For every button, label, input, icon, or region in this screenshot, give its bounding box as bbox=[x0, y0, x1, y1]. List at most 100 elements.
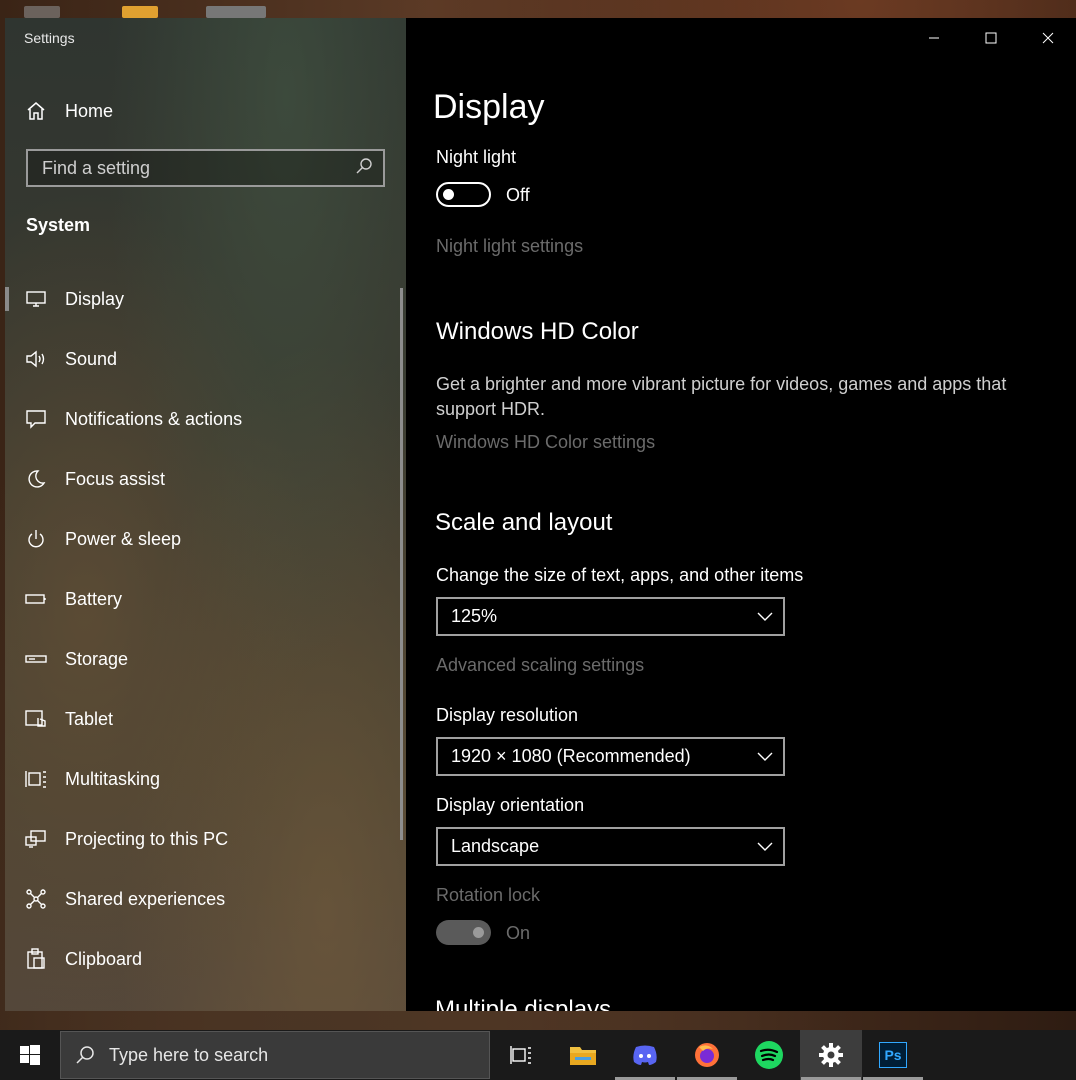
hd-color-description: Get a brighter and more vibrant picture … bbox=[436, 374, 1007, 419]
home-nav[interactable]: Home bbox=[25, 98, 113, 124]
toggle-knob bbox=[443, 189, 454, 200]
clipboard-icon bbox=[25, 948, 47, 970]
sidebar: Settings Home System Display bbox=[5, 18, 406, 1011]
home-label: Home bbox=[65, 100, 114, 121]
sidebar-item-multitasking[interactable]: Multitasking bbox=[5, 749, 400, 809]
night-light-label: Night light bbox=[436, 147, 517, 167]
windows-logo-icon bbox=[20, 1045, 40, 1065]
minimize-button[interactable] bbox=[905, 18, 962, 58]
sidebar-item-shared-experiences[interactable]: Shared experiences bbox=[5, 869, 400, 929]
chevron-down-icon bbox=[757, 842, 773, 851]
discord-icon bbox=[633, 1045, 657, 1065]
main-content: Display Night light Off Night light sett… bbox=[406, 18, 1076, 1011]
scale-value: 125% bbox=[451, 606, 498, 626]
sidebar-item-clipboard[interactable]: Clipboard bbox=[5, 929, 400, 989]
rotation-lock-toggle[interactable] bbox=[436, 920, 491, 945]
file-explorer-icon bbox=[570, 1047, 596, 1065]
window-controls bbox=[905, 18, 1076, 58]
taskbar: Type here to search Ps bbox=[0, 1030, 1076, 1080]
sidebar-item-notifications[interactable]: Notifications & actions bbox=[5, 389, 400, 449]
taskbar-search[interactable]: Type here to search bbox=[60, 1031, 490, 1079]
sidebar-item-label: Clipboard bbox=[65, 948, 143, 969]
file-explorer-button[interactable] bbox=[552, 1030, 614, 1080]
sidebar-item-display[interactable]: Display bbox=[5, 269, 400, 329]
spotify-button[interactable] bbox=[738, 1030, 800, 1080]
sidebar-item-label: Battery bbox=[65, 588, 123, 609]
app-title: Settings bbox=[24, 30, 75, 46]
resolution-value: 1920 × 1080 (Recommended) bbox=[451, 746, 691, 766]
sidebar-nav: Display Sound Notifications & actions Fo… bbox=[5, 269, 400, 989]
search-icon[interactable] bbox=[355, 157, 373, 180]
discord-button[interactable] bbox=[614, 1030, 676, 1080]
home-icon bbox=[25, 100, 47, 122]
orientation-label: Display orientation bbox=[436, 795, 585, 815]
settings-window: Settings Home System Display bbox=[5, 18, 1076, 1011]
sidebar-item-focus-assist[interactable]: Focus assist bbox=[5, 449, 400, 509]
shared-icon bbox=[25, 888, 47, 910]
settings-taskbar-button[interactable] bbox=[800, 1030, 862, 1080]
hd-color-heading: Windows HD Color bbox=[436, 318, 639, 345]
orientation-dropdown[interactable]: Landscape bbox=[436, 827, 785, 866]
sidebar-item-power-sleep[interactable]: Power & sleep bbox=[5, 509, 400, 569]
search-input[interactable] bbox=[42, 157, 342, 179]
sidebar-item-label: Projecting to this PC bbox=[65, 828, 229, 849]
task-view-button[interactable] bbox=[490, 1030, 552, 1080]
multiple-displays-heading: Multiple displays bbox=[435, 996, 612, 1011]
sidebar-item-projecting[interactable]: Projecting to this PC bbox=[5, 809, 400, 869]
rotation-lock-state: On bbox=[506, 923, 531, 943]
speaker-icon bbox=[25, 348, 47, 370]
sidebar-item-sound[interactable]: Sound bbox=[5, 329, 400, 389]
spotify-icon bbox=[755, 1041, 783, 1069]
firefox-icon bbox=[695, 1043, 719, 1067]
monitor-icon bbox=[25, 288, 47, 310]
page-title: Display bbox=[433, 88, 545, 126]
desktop-icon[interactable] bbox=[24, 6, 60, 18]
hd-color-settings-link[interactable]: Windows HD Color settings bbox=[436, 432, 655, 453]
sidebar-item-label: Storage bbox=[65, 648, 129, 669]
sidebar-item-battery[interactable]: Battery bbox=[5, 569, 400, 629]
sidebar-item-storage[interactable]: Storage bbox=[5, 629, 400, 689]
sidebar-item-label: Multitasking bbox=[65, 768, 161, 789]
night-light-toggle[interactable] bbox=[436, 182, 491, 207]
notification-icon bbox=[25, 408, 47, 430]
sidebar-item-label: Power & sleep bbox=[65, 528, 182, 549]
night-light-state: Off bbox=[506, 185, 530, 205]
desktop-image-icon[interactable] bbox=[206, 6, 266, 18]
photoshop-button[interactable]: Ps bbox=[862, 1030, 924, 1080]
chevron-down-icon bbox=[757, 612, 773, 621]
task-view-icon bbox=[510, 1046, 531, 1064]
multitasking-icon bbox=[25, 768, 47, 790]
scale-layout-heading: Scale and layout bbox=[435, 509, 613, 536]
tablet-icon bbox=[25, 708, 47, 730]
photoshop-icon: Ps bbox=[879, 1042, 907, 1068]
storage-icon bbox=[25, 648, 47, 670]
sidebar-item-label: Display bbox=[65, 288, 125, 309]
photoshop-label: Ps bbox=[884, 1047, 902, 1063]
resolution-dropdown[interactable]: 1920 × 1080 (Recommended) bbox=[436, 737, 785, 776]
night-light-settings-link[interactable]: Night light settings bbox=[436, 236, 583, 257]
section-label: System bbox=[26, 215, 91, 235]
rotation-lock-label: Rotation lock bbox=[436, 885, 541, 905]
chevron-down-icon bbox=[757, 752, 773, 761]
advanced-scaling-link[interactable]: Advanced scaling settings bbox=[436, 655, 644, 676]
maximize-button[interactable] bbox=[962, 18, 1019, 58]
maximize-icon bbox=[985, 32, 996, 44]
firefox-button[interactable] bbox=[676, 1030, 738, 1080]
power-icon bbox=[25, 528, 47, 550]
battery-icon bbox=[25, 588, 47, 610]
close-button[interactable] bbox=[1019, 18, 1076, 58]
search-box[interactable] bbox=[26, 149, 385, 187]
sidebar-item-label: Notifications & actions bbox=[65, 408, 243, 429]
desktop-folder-icon[interactable] bbox=[122, 6, 158, 18]
sidebar-scrollbar[interactable] bbox=[400, 288, 403, 840]
sidebar-item-label: Tablet bbox=[65, 708, 114, 729]
resolution-label: Display resolution bbox=[436, 705, 579, 725]
moon-icon bbox=[25, 468, 47, 490]
projecting-icon bbox=[25, 828, 47, 850]
start-button[interactable] bbox=[0, 1030, 60, 1080]
sidebar-item-tablet[interactable]: Tablet bbox=[5, 689, 400, 749]
sidebar-item-label: Sound bbox=[65, 348, 118, 369]
scale-dropdown[interactable]: 125% bbox=[436, 597, 785, 636]
close-icon bbox=[1042, 32, 1053, 44]
settings-icon bbox=[819, 1043, 843, 1067]
